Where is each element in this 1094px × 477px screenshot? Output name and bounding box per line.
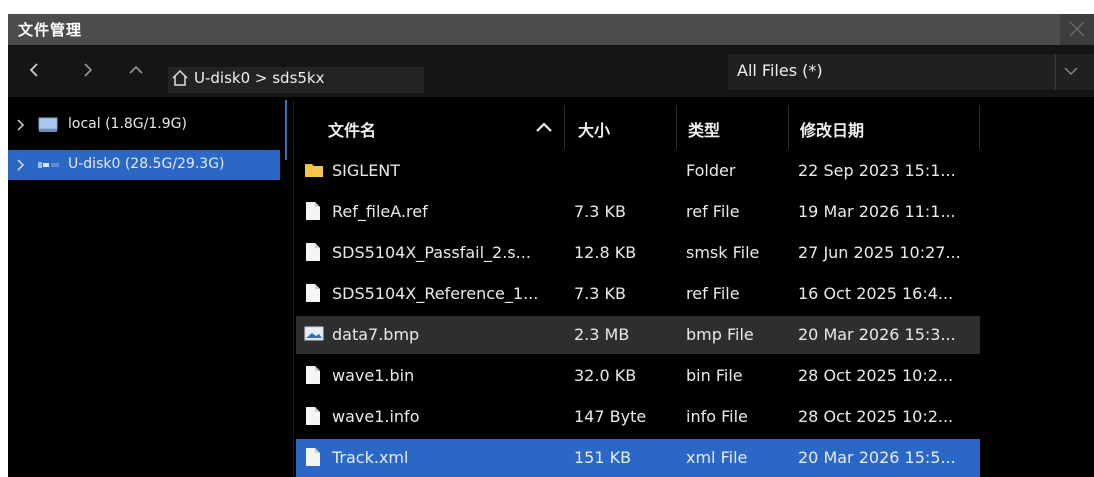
column-divider (788, 105, 789, 149)
file-name-cell: data7.bmp (332, 325, 420, 344)
close-button[interactable] (1060, 14, 1094, 45)
sidebar: local (1.8G/1.9G) U-disk0 (28.5G/29.3G) (8, 100, 288, 477)
file-name-cell: SDS5104X_Reference_1... (332, 284, 539, 303)
file-type-cell: smsk File (686, 243, 760, 262)
file-name-cell: Track.xml (332, 448, 409, 467)
file-type-cell: bin File (686, 366, 743, 385)
file-size-cell: 12.8 KB (574, 243, 637, 262)
file-date-cell: 27 Jun 2025 10:27... (798, 243, 961, 262)
table-row[interactable]: Ref_fileA.ref 7.3 KB ref File 19 Mar 2026 1… (296, 193, 980, 231)
usb-drive-icon (38, 162, 59, 168)
table-row[interactable]: data7.bmp 2.3 MB bmp File 20 Mar 2026 15:3.… (296, 316, 980, 354)
column-header-type[interactable]: 类型 (688, 117, 720, 141)
file-type-cell: xml File (686, 448, 748, 467)
column-divider (676, 105, 677, 149)
file-date-cell: 28 Oct 2025 10:2... (798, 407, 954, 426)
file-name-cell: wave1.info (332, 407, 420, 426)
file-icon (304, 406, 322, 430)
file-date-cell: 16 Oct 2025 16:4... (798, 284, 954, 303)
file-name-cell: SDS5104X_Passfail_2.s... (332, 243, 531, 262)
sort-ascending-icon[interactable] (536, 121, 552, 133)
sidebar-item-label: U-disk0 (28.5G/29.3G) (68, 156, 225, 172)
file-icon (304, 201, 322, 225)
drive-icon (38, 117, 58, 132)
file-type-cell: bmp File (686, 325, 754, 344)
sidebar-item-label: local (1.8G/1.9G) (68, 116, 187, 132)
file-type-cell: Folder (686, 161, 736, 180)
file-name-cell: wave1.bin (332, 366, 415, 385)
file-manager-window: 文件管理 U-disk0 > sds5kx All Files (*) loca… (8, 14, 1094, 477)
file-date-cell: 28 Oct 2025 10:2... (798, 366, 954, 385)
file-icon (304, 447, 322, 471)
file-size-cell: 151 KB (574, 448, 632, 467)
column-divider (564, 105, 565, 149)
window-title: 文件管理 (18, 21, 83, 39)
column-header-date[interactable]: 修改日期 (800, 117, 864, 141)
file-size-cell: 32.0 KB (574, 366, 637, 385)
expand-chevron-icon[interactable] (17, 119, 25, 131)
pane-divider[interactable] (293, 100, 294, 477)
file-type-cell: ref File (686, 202, 740, 221)
folder-icon (304, 160, 324, 182)
chevron-down-icon[interactable] (1064, 66, 1078, 76)
filter-divider (1055, 54, 1056, 90)
file-date-cell: 20 Mar 2026 15:3... (798, 325, 956, 344)
title-bar: 文件管理 (8, 14, 1094, 45)
file-name-cell: SIGLENT (332, 161, 401, 180)
table-row[interactable]: Track.xml 151 KB xml File 20 Mar 2026 15:5.… (296, 439, 980, 477)
table-header: 文件名 大小 类型 修改日期 (296, 105, 980, 149)
chevron-up-icon (129, 65, 143, 74)
table-row[interactable]: SDS5104X_Reference_1... 7.3 KB ref File 16 … (296, 275, 980, 313)
path-text: U-disk0 > sds5kx (194, 69, 325, 87)
column-header-name[interactable]: 文件名 (328, 117, 376, 141)
file-icon (304, 242, 322, 266)
file-type-cell: info File (686, 407, 748, 426)
table-row[interactable]: SDS5104X_Passfail_2.s... 12.8 KB smsk File… (296, 234, 980, 272)
expand-chevron-icon[interactable] (17, 159, 25, 171)
home-icon[interactable] (171, 69, 189, 87)
file-date-cell: 22 Sep 2023 15:1... (798, 161, 956, 180)
chevron-right-icon (84, 63, 93, 77)
sidebar-scrollbar[interactable] (285, 100, 287, 160)
file-date-cell: 19 Mar 2026 11:1... (798, 202, 956, 221)
file-icon (304, 283, 322, 307)
sidebar-item-local[interactable]: local (1.8G/1.9G) (8, 110, 280, 140)
file-icon (304, 365, 322, 389)
table-row[interactable]: wave1.info 147 Byte info File 28 Oct 2025 1… (296, 398, 980, 436)
table-row[interactable]: wave1.bin 32.0 KB bin File 28 Oct 2025 10:2… (296, 357, 980, 395)
file-name-cell: Ref_fileA.ref (332, 202, 428, 221)
chevron-left-icon (29, 63, 38, 77)
file-size-cell: 7.3 KB (574, 202, 626, 221)
table-row[interactable]: SIGLENT Folder 22 Sep 2023 15:1... (296, 152, 980, 190)
column-header-size[interactable]: 大小 (578, 117, 610, 141)
file-date-cell: 20 Mar 2026 15:5... (798, 448, 956, 467)
file-type-cell: ref File (686, 284, 740, 303)
file-filter-value: All Files (*) (737, 61, 823, 80)
file-size-cell: 7.3 KB (574, 284, 626, 303)
file-size-cell: 147 Byte (574, 407, 647, 426)
forward-button[interactable] (68, 45, 112, 97)
file-size-cell: 2.3 MB (574, 325, 630, 344)
image-icon (304, 324, 324, 346)
sidebar-item-u-disk0[interactable]: U-disk0 (28.5G/29.3G) (8, 150, 280, 180)
close-icon (1069, 21, 1085, 37)
column-divider (979, 105, 980, 149)
empty-pane-area (982, 100, 1094, 477)
back-button[interactable] (14, 45, 58, 97)
up-button[interactable] (114, 45, 158, 97)
